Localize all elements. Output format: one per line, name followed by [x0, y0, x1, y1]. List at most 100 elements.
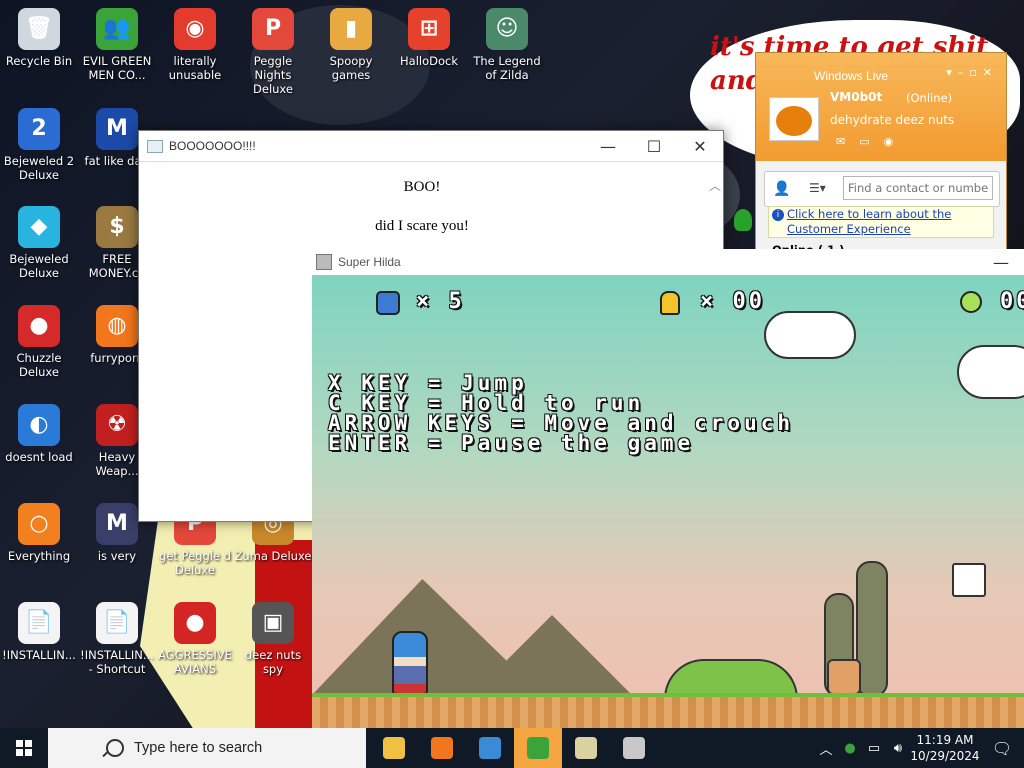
desktop-icon[interactable]: ● AGGRESSIVE AVIANS	[156, 602, 234, 676]
desktop-icon-label: literally unusable	[168, 54, 222, 82]
desktop-icon-label: Heavy Weap...	[95, 450, 139, 478]
desktop-icon-label: Bejeweled Deluxe	[9, 252, 69, 280]
desktop-icon[interactable]: 2 Bejeweled 2 Deluxe	[0, 108, 78, 182]
messenger-tray-icon[interactable]: ●	[838, 741, 862, 756]
hilda-player-sprite	[392, 631, 428, 695]
desktop-icon-image: 📄	[96, 602, 138, 644]
app-window-icon	[479, 737, 501, 759]
clock-date: 10/29/2024	[910, 749, 980, 763]
messenger-status[interactable]: (Online)	[906, 91, 952, 105]
search-icon	[106, 739, 124, 757]
taskbar-app-app-window[interactable]	[466, 728, 514, 768]
super-hilda-title: Super Hilda	[338, 255, 401, 269]
desktop-icon-label: !INSTALLIN... - Shortcut	[80, 648, 154, 676]
desktop-icon[interactable]: 🗑 Recycle Bin	[0, 8, 78, 68]
desktop-icon-label: FREE MONEY.co	[88, 252, 146, 280]
taskbar-clock[interactable]: 11:19 AM 10/29/2024	[910, 732, 980, 764]
super-hilda-titlebar[interactable]: Super Hilda —	[312, 249, 1024, 276]
show-hidden-icons-icon[interactable]: ︿	[814, 739, 838, 758]
game-canvas[interactable]: × 5 × 00 00 X KEY = JumpC KEY = Hold to …	[312, 275, 1024, 728]
enemy-sprite	[827, 659, 861, 695]
boo-message: did I scare you!	[375, 218, 469, 234]
desktop-icon[interactable]: ◆ Bejeweled Deluxe	[0, 206, 78, 280]
desktop-icon[interactable]: ● Chuzzle Deluxe	[0, 305, 78, 379]
desktop-icon-image: ☢	[96, 404, 138, 446]
add-contact-icon[interactable]: 👤	[773, 181, 790, 197]
volume-icon[interactable]: 🔊︎	[886, 741, 910, 756]
desktop-icon[interactable]: ◐ doesnt load	[0, 404, 78, 464]
desktop-icon[interactable]: ○ Everything	[0, 503, 78, 563]
desktop-icon-image: ●	[18, 305, 60, 347]
desktop-icon-image: ⊞	[408, 8, 450, 50]
desktop-icon[interactable]: ▣ deez nuts spy	[234, 602, 312, 676]
ground-tiles	[312, 693, 1024, 728]
pumpkin-icon	[776, 106, 812, 136]
desktop-icon-label: !INSTALLIN...	[2, 648, 76, 662]
info-icon: i	[772, 209, 784, 221]
desktop-icon[interactable]: P Peggle Nights Deluxe	[234, 8, 312, 96]
messenger-toolbar[interactable]: ✉▭◉	[836, 135, 907, 148]
task-view-icon	[623, 737, 645, 759]
coins-counter: × 00	[700, 289, 765, 314]
boo-titlebar[interactable]: BOOOOOOO!!!! — ☐ ✕	[139, 131, 723, 162]
customer-experience-link[interactable]: Click here to learn about the Customer E…	[787, 207, 951, 236]
desktop-icon-label: Zuma Deluxe	[234, 549, 312, 563]
network-icon[interactable]: ▭	[862, 741, 886, 756]
desktop-icon[interactable]: ☺ The Legend of Zilda	[468, 8, 546, 82]
buddy-icon	[734, 209, 752, 231]
windows-logo-icon	[16, 740, 32, 756]
notifications-icon[interactable]: 🗨︎	[980, 739, 1024, 758]
close-icon[interactable]: ✕	[677, 137, 723, 156]
personal-message[interactable]: dehydrate deez nuts	[830, 113, 954, 127]
boo-heading: BOO!	[403, 179, 441, 195]
taskbar: Type here to search ︿ ● ▭ 🔊︎ 11:19 AM 10…	[0, 728, 1024, 768]
taskbar-app-file-explorer[interactable]	[370, 728, 418, 768]
messenger-icon	[527, 737, 549, 759]
firefox-icon	[431, 737, 453, 759]
desktop-icon[interactable]: ⊞ HalloDock	[390, 8, 468, 68]
desktop-icon[interactable]: 👥 EVIL GREEN MEN CO...	[78, 8, 156, 82]
messenger-window[interactable]: Windows Live ▾–▫✕ VM0b0t (Online) dehydr…	[734, 52, 1007, 274]
desktop-icon-label: Peggle Nights Deluxe	[253, 54, 293, 96]
taskbar-app-super-hilda[interactable]	[562, 728, 610, 768]
desktop-icon-label: Chuzzle Deluxe	[16, 351, 62, 379]
help-line: ENTER = Pause the game	[328, 431, 695, 455]
taskbar-search-box[interactable]: Type here to search	[48, 728, 366, 768]
start-button[interactable]	[0, 728, 48, 768]
messenger-username[interactable]: VM0b0t	[830, 90, 882, 104]
desktop-icon[interactable]: ▮ Spoopy games	[312, 8, 390, 82]
super-hilda-window[interactable]: Super Hilda — × 5 × 00 00 X KEY = JumpC …	[312, 249, 1024, 728]
super-hilda-icon	[316, 254, 332, 270]
desktop-icon-label: AGGRESSIVE AVIANS	[158, 648, 232, 676]
desktop-icon-image: ▮	[330, 8, 372, 50]
desktop-icon-image: M	[96, 108, 138, 150]
desktop-icon-image: ◆	[18, 206, 60, 248]
desktop-icon-image: M	[96, 503, 138, 545]
list-options-icon[interactable]: ☰▾	[809, 181, 826, 195]
minimize-icon[interactable]: —	[585, 137, 631, 156]
messenger-header: Windows Live ▾–▫✕ VM0b0t (Online) dehydr…	[756, 53, 1006, 161]
desktop-icon-label: HalloDock	[400, 54, 458, 68]
clock-time: 11:19 AM	[916, 733, 974, 747]
desktop-icon[interactable]: 📄 !INSTALLIN... - Shortcut	[78, 602, 156, 676]
desktop-icon-image: ◍	[96, 305, 138, 347]
display-picture[interactable]	[769, 97, 819, 141]
taskbar-app-task-view[interactable]	[610, 728, 658, 768]
minimize-icon[interactable]: —	[978, 253, 1024, 272]
desktop-icon[interactable]: 📄 !INSTALLIN...	[0, 602, 78, 662]
lives-icon	[376, 291, 400, 315]
desktop-icon-label: Bejeweled 2 Deluxe	[3, 154, 75, 182]
taskbar-app-firefox[interactable]	[418, 728, 466, 768]
messenger-window-buttons[interactable]: ▾–▫✕	[946, 66, 998, 79]
desktop-icon-label: doesnt load	[5, 450, 73, 464]
desktop-icon-image: 2	[18, 108, 60, 150]
desktop-icon-image: 🗑	[18, 8, 60, 50]
maximize-icon[interactable]: ☐	[631, 137, 677, 156]
taskbar-app-messenger[interactable]	[514, 728, 562, 768]
contact-search-input[interactable]	[843, 176, 993, 200]
scroll-up-icon[interactable]: ︿	[709, 177, 721, 194]
desktop-icon[interactable]: ◉ literally unusable	[156, 8, 234, 82]
contact-search-bar: 👤 ☰▾	[764, 171, 1000, 207]
taskbar-search-placeholder: Type here to search	[134, 740, 263, 756]
window-icon	[147, 139, 163, 153]
